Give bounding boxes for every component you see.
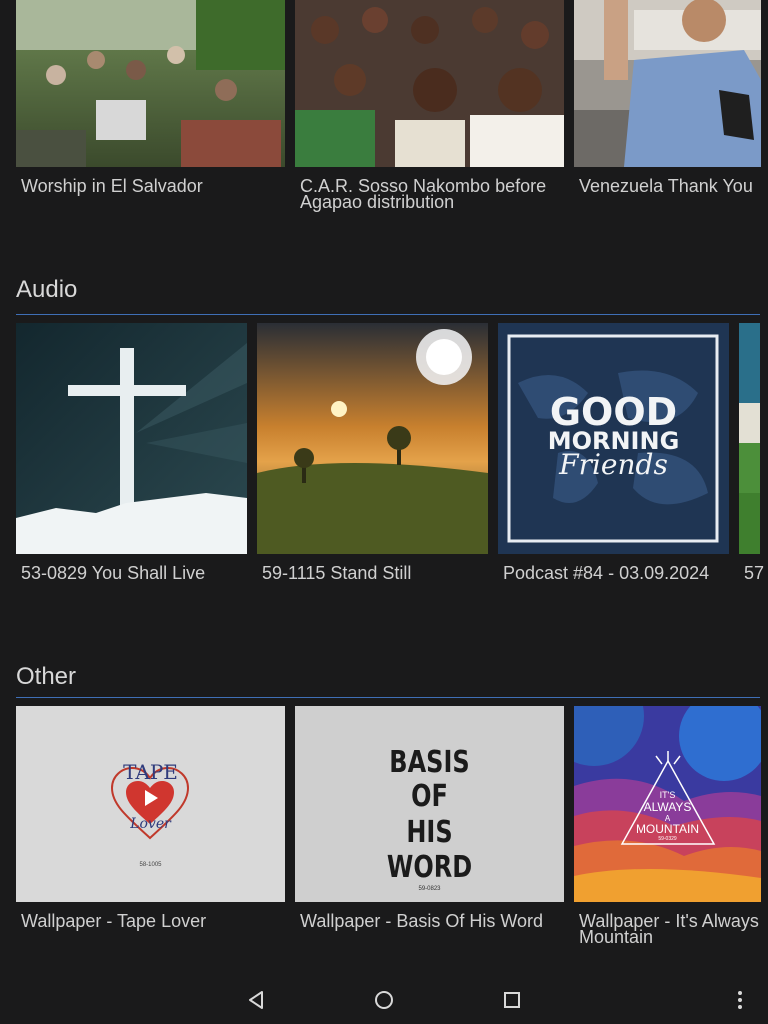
wallpaper-card-its-always-mountain[interactable]: IT'S ALWAYS A MOUNTAIN 59-0329 Wallpaper…	[574, 706, 768, 951]
audio-row: 53-0829 You Shall Live 59-1115 Stand Sti…	[0, 323, 768, 603]
wallpaper-art-code: 59-0823	[418, 886, 441, 892]
wallpaper-thumbnail: IT'S ALWAYS A MOUNTAIN 59-0329	[574, 706, 761, 902]
wallpaper-card-tape-lover[interactable]: TAPE Lover 58-1005 Wallpaper - Tape Love…	[16, 706, 285, 951]
wallpaper-art-of: OF	[411, 779, 448, 814]
audio-card-stand-still[interactable]: 59-1115 Stand Still	[257, 323, 488, 588]
wallpaper-art-its: IT'S	[659, 790, 676, 800]
audio-thumbnail	[739, 323, 760, 554]
back-triangle-icon	[249, 991, 263, 1009]
wallpaper-title: Wallpaper - It's Always Mountain	[579, 911, 759, 947]
audio-title: Podcast #84 - 03.09.2024	[503, 563, 710, 583]
video-title: Worship in El Salvador	[21, 176, 203, 196]
section-heading-other: Other	[16, 663, 77, 690]
video-thumbnail	[295, 0, 564, 167]
sunrise-artwork	[257, 323, 488, 554]
audio-title: 59-1115 Stand Still	[262, 563, 412, 583]
wallpaper-art-basis: BASIS	[389, 745, 470, 780]
video-title: Venezuela Thank You	[579, 176, 753, 196]
wallpaper-title: Wallpaper - Basis Of His Word	[300, 911, 544, 931]
wallpaper-art-code: 58-1005	[139, 862, 162, 868]
wallpaper-art-always: ALWAYS	[643, 800, 692, 814]
audio-thumbnail: GOOD MORNING Friends	[498, 323, 729, 554]
wallpaper-art-code: 59-0329	[658, 836, 677, 842]
wallpaper-card-basis-of-his-word[interactable]: BASIS OF HIS WORD 59-0823 Wallpaper - Ba…	[295, 706, 564, 951]
video-title: C.A.R. Sosso Nakombo before Agapao distr…	[300, 176, 547, 212]
home-circle-icon	[375, 991, 393, 1009]
video-thumbnail	[574, 0, 761, 167]
recents-button[interactable]	[500, 988, 524, 1012]
wallpaper-art-word: WORD	[386, 850, 473, 885]
audio-card-partial[interactable]: 57	[739, 323, 768, 588]
audio-thumbnail	[257, 323, 488, 554]
wallpaper-art-lover: Lover	[130, 816, 171, 832]
video-card-worship-el-salvador[interactable]: Worship in El Salvador	[16, 0, 285, 215]
video-card-car-sosso-nakombo[interactable]: C.A.R. Sosso Nakombo before Agapao distr…	[295, 0, 564, 215]
back-button[interactable]	[244, 988, 268, 1012]
man-waving-photo	[574, 0, 761, 167]
system-navigation-bar	[0, 976, 768, 1024]
podcast-art-line-friends: Friends	[559, 448, 668, 481]
wallpaper-art-mountain: MOUNTAIN	[635, 822, 700, 836]
heart-icon	[110, 766, 190, 840]
audio-thumbnail	[16, 323, 247, 554]
podcast-art-line-good: GOOD	[549, 390, 678, 434]
wallpaper-art-tape: TAPE	[123, 760, 178, 784]
audio-title: 57	[744, 563, 765, 583]
worship-photo	[16, 0, 285, 167]
children-crowd-photo	[295, 0, 564, 167]
wallpaper-title: Wallpaper - Tape Lover	[21, 911, 207, 931]
overflow-menu-icon	[738, 991, 742, 1009]
section-heading-audio: Audio	[16, 276, 78, 303]
audio-title: 53-0829 You Shall Live	[21, 563, 206, 583]
cross-artwork	[16, 323, 247, 554]
audio-card-podcast-84[interactable]: GOOD MORNING Friends Podcast #84 - 03.09…	[498, 323, 729, 588]
audio-card-you-shall-live[interactable]: 53-0829 You Shall Live	[16, 323, 247, 588]
video-row: Worship in El Salvador C.A.R. Sosso Nako…	[0, 0, 768, 220]
field-artwork	[739, 323, 760, 554]
recents-square-icon	[504, 992, 520, 1008]
video-card-venezuela-thank-you[interactable]: Venezuela Thank You	[574, 0, 768, 215]
wallpaper-thumbnail: TAPE Lover 58-1005	[16, 706, 285, 902]
section-divider	[16, 314, 760, 315]
wallpaper-thumbnail: BASIS OF HIS WORD 59-0823	[295, 706, 564, 902]
wallpaper-art-his: HIS	[406, 815, 453, 850]
section-divider	[16, 697, 760, 698]
overflow-menu-button[interactable]	[728, 988, 752, 1012]
other-row: TAPE Lover 58-1005 Wallpaper - Tape Love…	[0, 706, 768, 956]
home-button[interactable]	[372, 988, 396, 1012]
video-thumbnail	[16, 0, 285, 167]
